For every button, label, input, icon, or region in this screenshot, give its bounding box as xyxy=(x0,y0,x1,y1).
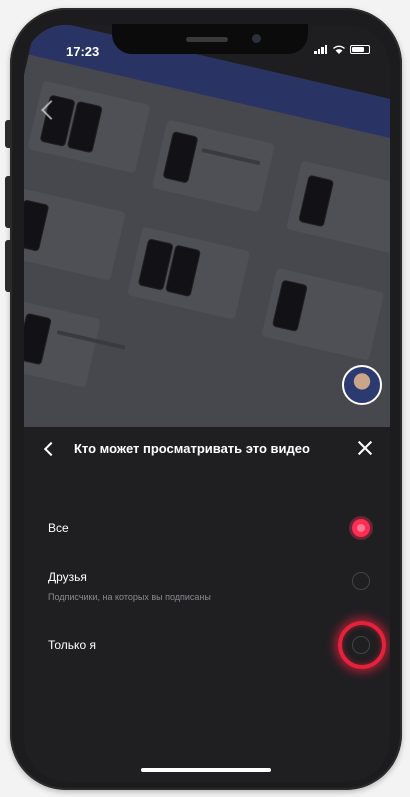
close-button[interactable] xyxy=(356,439,374,457)
battery-icon xyxy=(350,45,370,54)
privacy-option-only-me[interactable]: Только я xyxy=(24,620,390,670)
privacy-option-label: Друзья xyxy=(48,570,87,584)
volume-down-button xyxy=(5,240,11,292)
mute-switch xyxy=(5,120,11,148)
privacy-option-description: Подписчики, на которых вы подписаны xyxy=(48,592,211,602)
video-dim-overlay xyxy=(24,25,390,445)
status-time: 17:23 xyxy=(66,44,100,59)
cellular-signal-icon xyxy=(314,45,328,54)
home-indicator xyxy=(141,768,271,772)
speaker-grille xyxy=(186,37,228,42)
privacy-option-everyone[interactable]: Все xyxy=(24,503,390,553)
wifi-icon xyxy=(333,45,345,54)
privacy-sheet: Кто может просматривать это видео Все Др… xyxy=(24,427,390,782)
radio-unselected[interactable] xyxy=(352,636,370,654)
status-icons xyxy=(314,45,370,54)
privacy-sheet-header: Кто может просматривать это видео xyxy=(24,427,390,471)
profile-avatar xyxy=(342,365,382,405)
privacy-option-label: Все xyxy=(48,521,69,535)
privacy-sheet-title: Кто может просматривать это видео xyxy=(74,441,310,456)
video-preview xyxy=(24,25,390,445)
privacy-option-friends[interactable]: Друзья Подписчики, на которых вы подписа… xyxy=(24,560,390,610)
phone-notch xyxy=(112,24,308,54)
radio-unselected[interactable] xyxy=(352,572,370,590)
volume-up-button xyxy=(5,176,11,228)
phone-screen: 17:23 Кто может просматривать это видео … xyxy=(24,25,390,782)
back-button[interactable] xyxy=(42,441,56,457)
front-camera xyxy=(252,34,261,43)
privacy-option-label: Только я xyxy=(48,638,96,652)
radio-selected[interactable] xyxy=(352,519,370,537)
